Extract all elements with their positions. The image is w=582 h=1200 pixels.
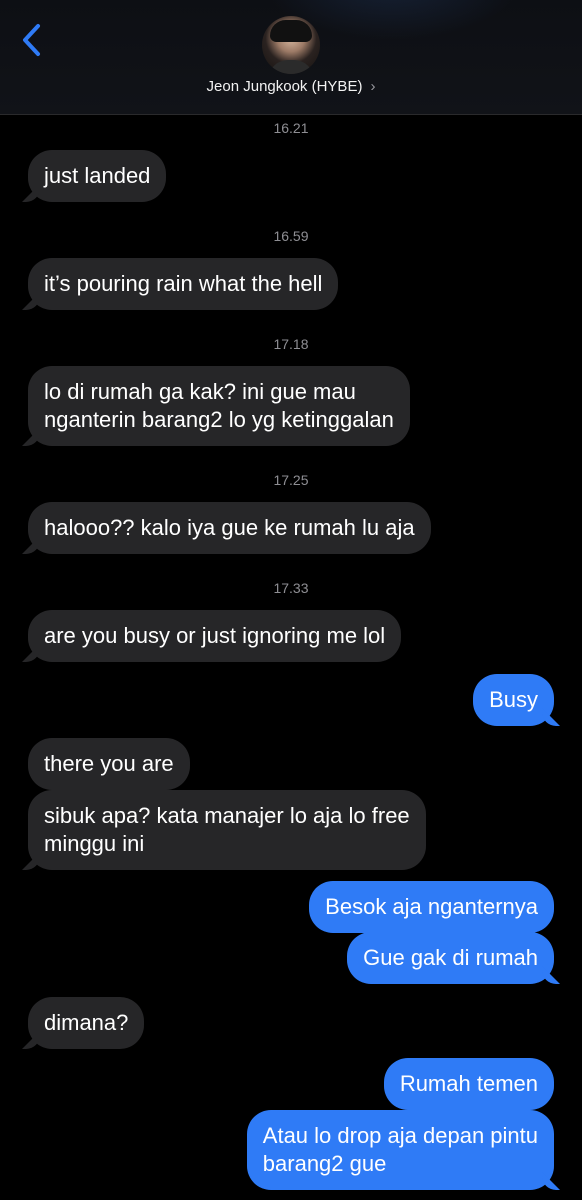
message-line: barang2 gue — [262, 1151, 387, 1176]
chevron-left-icon — [23, 24, 40, 56]
message-incoming[interactable]: sibuk apa? kata manajer lo aja lo free m… — [28, 790, 426, 870]
timestamp: 17.25 — [273, 472, 309, 488]
message-incoming[interactable]: it’s pouring rain what the hell — [28, 258, 339, 310]
avatar-shirt — [268, 60, 314, 74]
message-outgoing[interactable]: Busy — [473, 674, 554, 726]
message-incoming[interactable]: dimana? — [28, 997, 145, 1049]
message-line: minggu ini — [44, 831, 145, 856]
message-incoming[interactable]: there you are — [28, 738, 190, 790]
avatar-hair — [270, 20, 312, 42]
message-incoming[interactable]: just landed — [28, 150, 167, 202]
timestamp: 16.59 — [273, 228, 309, 244]
message-outgoing[interactable]: Gue gak di rumah — [347, 932, 554, 984]
message-incoming[interactable]: lo di rumah ga kak? ini gue mau nganteri… — [28, 366, 410, 446]
message-incoming[interactable]: are you busy or just ignoring me lol — [28, 610, 402, 662]
timestamp: 17.33 — [273, 580, 309, 596]
chevron-right-icon: › — [370, 78, 376, 95]
message-outgoing[interactable]: Atau lo drop aja depan pintu barang2 gue — [246, 1110, 554, 1190]
message-incoming[interactable]: halooo?? kalo iya gue ke rumah lu aja — [28, 502, 431, 554]
chat-header: Jeon Jungkook (HYBE) › — [0, 0, 582, 115]
message-line: nganterin barang2 lo yg ketinggalan — [44, 407, 394, 432]
message-line: lo di rumah ga kak? ini gue mau — [44, 379, 356, 404]
contact-name-button[interactable]: Jeon Jungkook (HYBE) › — [0, 78, 582, 95]
message-line: Atau lo drop aja depan pintu — [262, 1123, 538, 1148]
avatar[interactable] — [262, 16, 320, 74]
back-button[interactable] — [18, 22, 48, 58]
timestamp: 17.18 — [273, 336, 309, 352]
message-line: sibuk apa? kata manajer lo aja lo free — [44, 803, 410, 828]
message-outgoing[interactable]: Rumah temen — [383, 1058, 554, 1110]
message-outgoing[interactable]: Besok aja nganternya — [309, 881, 554, 933]
timestamp: 16.21 — [273, 120, 309, 136]
contact-name: Jeon Jungkook (HYBE) — [206, 78, 363, 95]
